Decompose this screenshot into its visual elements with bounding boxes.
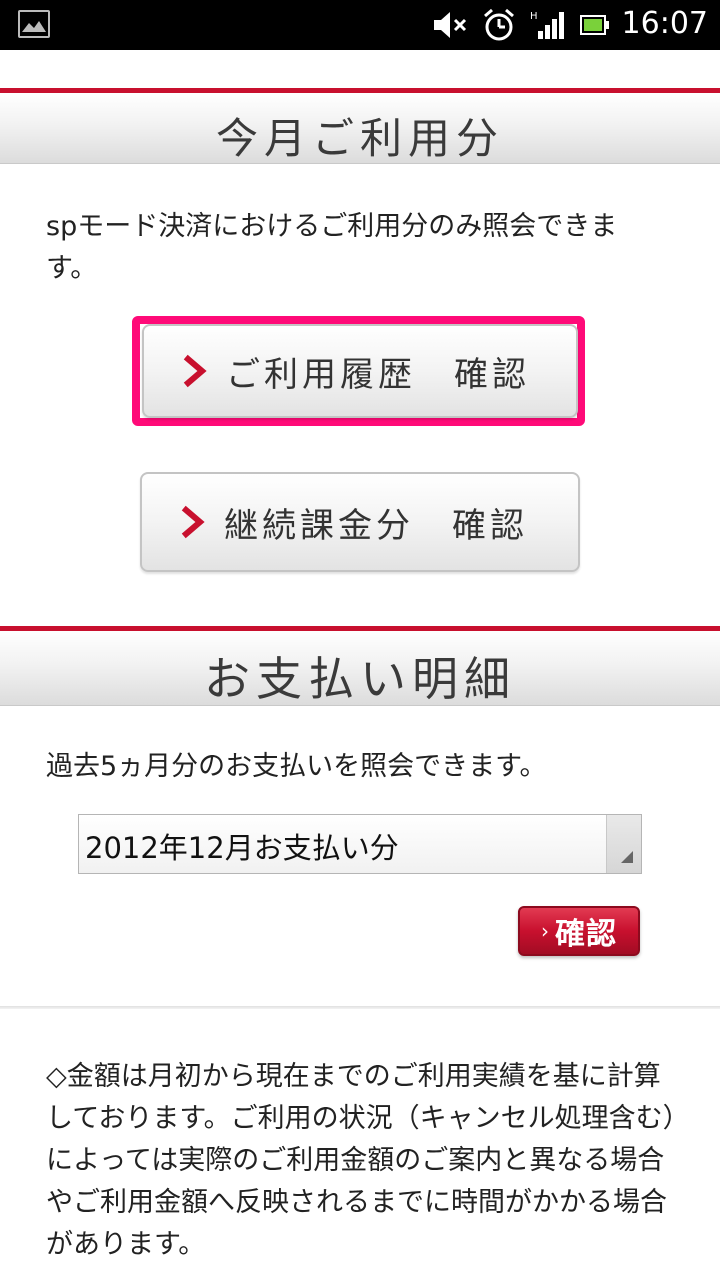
payment-description: 過去5ヵ月分のお支払いを照会できます。: [46, 751, 547, 782]
continuous-billing-label: 継続課金分 確認: [224, 505, 528, 546]
alarm-icon: [484, 8, 514, 41]
continuous-billing-button[interactable]: 継続課金分 確認: [140, 472, 580, 572]
status-icons: H: [432, 8, 610, 42]
section-title: お支払い明細: [204, 652, 516, 706]
select-arrow[interactable]: [606, 815, 642, 873]
section-header-payment-details: お支払い明細: [0, 626, 720, 706]
mute-icon: [434, 12, 467, 38]
confirm-label: 確認: [555, 917, 617, 952]
svg-text:H: H: [530, 11, 538, 22]
usage-history-button[interactable]: ご利用履歴 確認: [142, 324, 578, 418]
section-title: 今月ご利用分: [215, 114, 504, 163]
battery-icon: [580, 15, 609, 35]
clock: 16:07: [621, 6, 708, 41]
chevron-right-icon: [183, 354, 207, 388]
divider: [0, 1006, 720, 1009]
current-month-description: spモード決済におけるご利用分のみ照会できます。: [46, 211, 618, 284]
chevron-right-icon: ›: [541, 919, 549, 943]
dropdown-arrow-icon: [621, 851, 633, 863]
image-icon: [18, 10, 50, 38]
payment-month-value: 2012年12月お支払い分: [85, 831, 399, 865]
section-header-current-month: 今月ご利用分: [0, 88, 720, 164]
status-bar: H 16:07: [0, 0, 720, 50]
payment-month-select[interactable]: 2012年12月お支払い分: [78, 814, 642, 874]
chevron-right-icon: [181, 505, 205, 539]
usage-history-label: ご利用履歴 確認: [226, 354, 530, 395]
notice-text: ◇金額は月初から現在までのご利用実績を基に計算しております。ご利用の状況（キャン…: [46, 1061, 677, 1260]
signal-icon: H: [530, 11, 564, 39]
payment-confirm-button[interactable]: › 確認: [518, 906, 640, 956]
